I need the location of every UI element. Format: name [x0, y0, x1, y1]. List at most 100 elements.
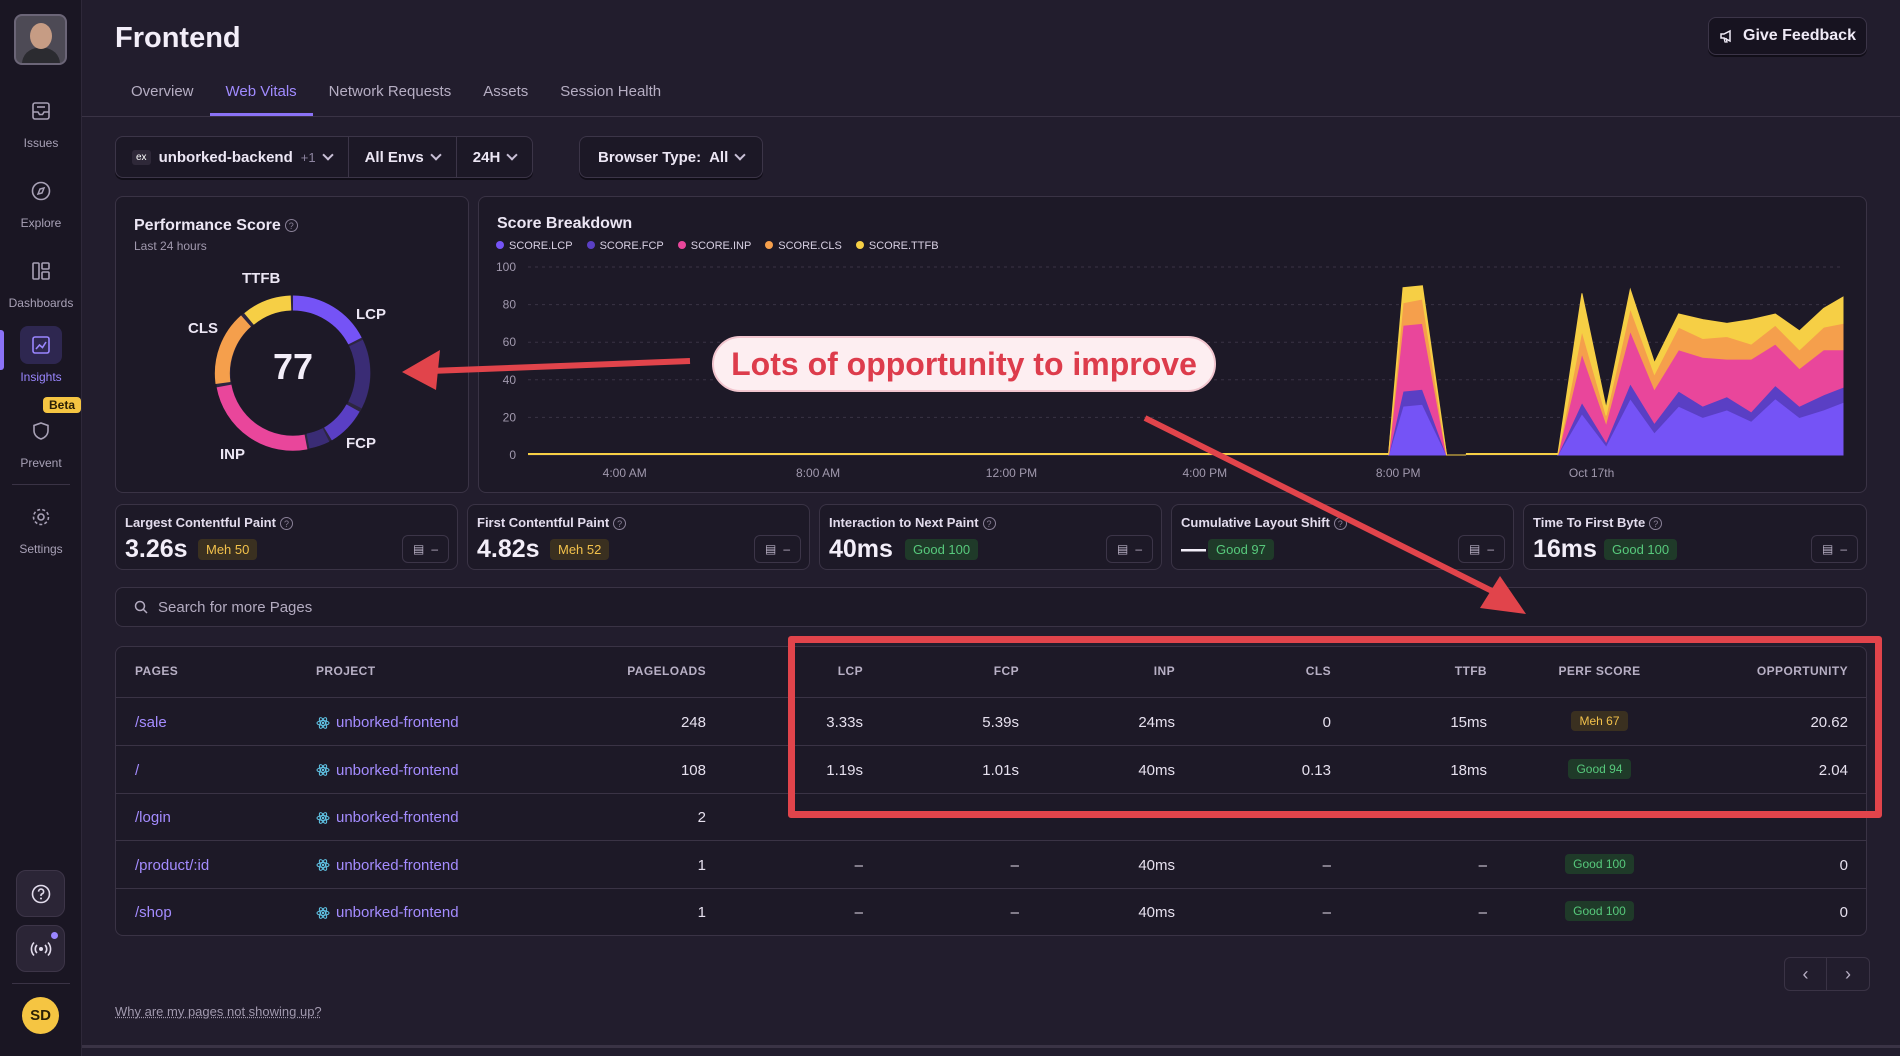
sidebar-item-prevent[interactable]: Prevent	[0, 412, 82, 470]
legend-item-inp[interactable]: SCORE.INP	[677, 240, 751, 252]
sidebar-item-insights[interactable]: Insights	[0, 326, 82, 384]
vital-card-ttfb[interactable]: Time To First Byte? 16ms Good 100 ▤ –	[1523, 504, 1867, 570]
project-extra-count: +1	[300, 149, 316, 165]
column-header-project[interactable]: PROJECT	[316, 664, 375, 678]
vital-card-lcp[interactable]: Largest Contentful Paint? 3.26s Meh 50 ▤…	[115, 504, 458, 570]
next-page-button[interactable]: ›	[1827, 958, 1869, 990]
give-feedback-button[interactable]: Give Feedback	[1708, 17, 1867, 55]
dash-icon: –	[431, 542, 439, 556]
pageloads-cell: 1	[697, 856, 706, 874]
sidebar-item-issues[interactable]: Issues	[0, 92, 82, 150]
page-link[interactable]: /login	[135, 809, 305, 826]
column-header-pages[interactable]: PAGES	[135, 664, 178, 678]
x-tick-label: 12:00 PM	[986, 466, 1037, 480]
vital-value: 16ms	[1533, 535, 1597, 563]
sidebar-item-label: Settings	[19, 542, 63, 556]
y-tick-label: 0	[509, 448, 516, 462]
previous-page-button[interactable]: ‹	[1785, 958, 1827, 990]
dash-icon: –	[783, 542, 791, 556]
date-range-selector[interactable]: 24H	[457, 137, 533, 177]
legend-label: SCORE.TTFB	[868, 240, 939, 252]
page-link[interactable]: /product/:id	[135, 857, 305, 874]
x-tick-label: Oct 17th	[1569, 466, 1614, 480]
legend-item-lcp[interactable]: SCORE.LCP	[496, 240, 573, 252]
org-avatar[interactable]	[14, 14, 67, 65]
perf-score-cell: Good 100	[1536, 853, 1663, 874]
page-link[interactable]: /	[135, 762, 305, 779]
ring-segment-lcp	[292, 295, 362, 345]
info-icon[interactable]: ?	[279, 517, 293, 531]
tab-network-requests[interactable]: Network Requests	[313, 82, 468, 116]
legend-label: SCORE.LCP	[509, 240, 573, 252]
inbox-icon	[20, 92, 62, 130]
cls-cell: –	[1322, 904, 1331, 921]
page-link[interactable]: /sale	[135, 714, 305, 731]
sidebar-divider	[12, 484, 70, 485]
project-link[interactable]: unborked-frontend	[316, 762, 459, 779]
project-link[interactable]: unborked-frontend	[316, 904, 459, 921]
vital-card-inp[interactable]: Interaction to Next Paint? 40ms Good 100…	[819, 504, 1162, 570]
tab-web-vitals[interactable]: Web Vitals	[209, 82, 313, 116]
vital-title: Largest Contentful Paint	[125, 515, 276, 530]
vital-score-badge: Good 100	[905, 539, 979, 560]
ring-segment-lcp-remaining	[348, 339, 371, 409]
legend-item-ttfb[interactable]: SCORE.TTFB	[855, 240, 939, 252]
info-icon[interactable]: ?	[284, 219, 298, 233]
help-icon	[31, 884, 50, 903]
lcp-cell: –	[854, 904, 863, 921]
tab-assets[interactable]: Assets	[467, 82, 544, 116]
project-link[interactable]: unborked-frontend	[316, 857, 459, 874]
legend-item-fcp[interactable]: SCORE.FCP	[586, 240, 664, 252]
compass-icon	[20, 172, 62, 210]
open-vital-button[interactable]: ▤ –	[402, 535, 449, 563]
column-header-pageloads[interactable]: PAGELOADS	[516, 664, 706, 678]
project-selector-label: unborked-backend	[158, 148, 293, 166]
browser-type-selector[interactable]: Browser Type: All	[579, 136, 764, 178]
tab-session-health[interactable]: Session Health	[544, 82, 677, 116]
open-vital-button[interactable]: ▤ –	[1106, 535, 1153, 563]
project-link[interactable]: unborked-frontend	[316, 714, 459, 731]
sidebar-item-settings[interactable]: Settings	[0, 498, 82, 556]
open-vital-button[interactable]: ▤ –	[1811, 535, 1858, 563]
broadcast-icon	[30, 941, 51, 956]
legend-swatch	[765, 241, 774, 249]
page-link[interactable]: /shop	[135, 904, 305, 921]
project-link[interactable]: unborked-frontend	[316, 809, 459, 826]
sidebar-item-label: Issues	[23, 136, 59, 150]
lcp-cell: –	[854, 856, 863, 874]
project-selector[interactable]: ex unborked-backend +1	[116, 137, 349, 177]
table-row[interactable]: /product/:id unborked-frontend 1 – – 40ms – – Go…	[116, 841, 1866, 888]
info-icon[interactable]: ?	[1333, 517, 1347, 531]
vital-card-fcp[interactable]: First Contentful Paint? 4.82s Meh 52 ▤ –	[467, 504, 810, 570]
environment-selector[interactable]: All Envs	[349, 137, 457, 177]
broadcast-button[interactable]	[16, 925, 65, 972]
user-avatar[interactable]: SD	[22, 997, 59, 1034]
panel-icon: ▤	[412, 542, 425, 556]
date-range-label: 24H	[472, 148, 501, 166]
react-icon	[316, 859, 330, 871]
panel-icon: ▤	[1468, 542, 1481, 556]
pageloads-cell: 248	[680, 714, 706, 731]
legend-item-cls[interactable]: SCORE.CLS	[765, 240, 842, 252]
vital-value: —	[1181, 535, 1206, 563]
sidebar-item-dashboards[interactable]: Dashboards	[0, 252, 82, 310]
info-icon[interactable]: ?	[1649, 517, 1663, 531]
help-link[interactable]: Why are my pages not showing up?	[115, 1004, 322, 1019]
page-search-input[interactable]: Search for more Pages	[115, 587, 1867, 627]
pageloads-cell: 2	[697, 809, 706, 826]
pagination: ‹ ›	[1784, 957, 1870, 991]
open-vital-button[interactable]: ▤ –	[1458, 535, 1505, 563]
vital-value: 40ms	[829, 535, 893, 563]
vital-card-cls[interactable]: Cumulative Layout Shift? — Good 97 ▤ –	[1171, 504, 1514, 570]
table-row[interactable]: /shop unborked-frontend 1 – – 40ms – – Good 100 0	[116, 888, 1866, 935]
open-vital-button[interactable]: ▤ –	[754, 535, 801, 563]
info-icon[interactable]: ?	[613, 517, 627, 531]
info-icon[interactable]: ?	[982, 517, 996, 531]
vital-score-badge: Good 97	[1208, 539, 1274, 560]
legend-swatch	[677, 241, 686, 249]
sidebar-item-explore[interactable]: Explore	[0, 172, 82, 230]
sidebar-item-label: Prevent	[20, 456, 62, 470]
pageloads-cell: 1	[697, 904, 706, 921]
tab-overview[interactable]: Overview	[115, 82, 210, 116]
help-button[interactable]	[16, 870, 65, 917]
